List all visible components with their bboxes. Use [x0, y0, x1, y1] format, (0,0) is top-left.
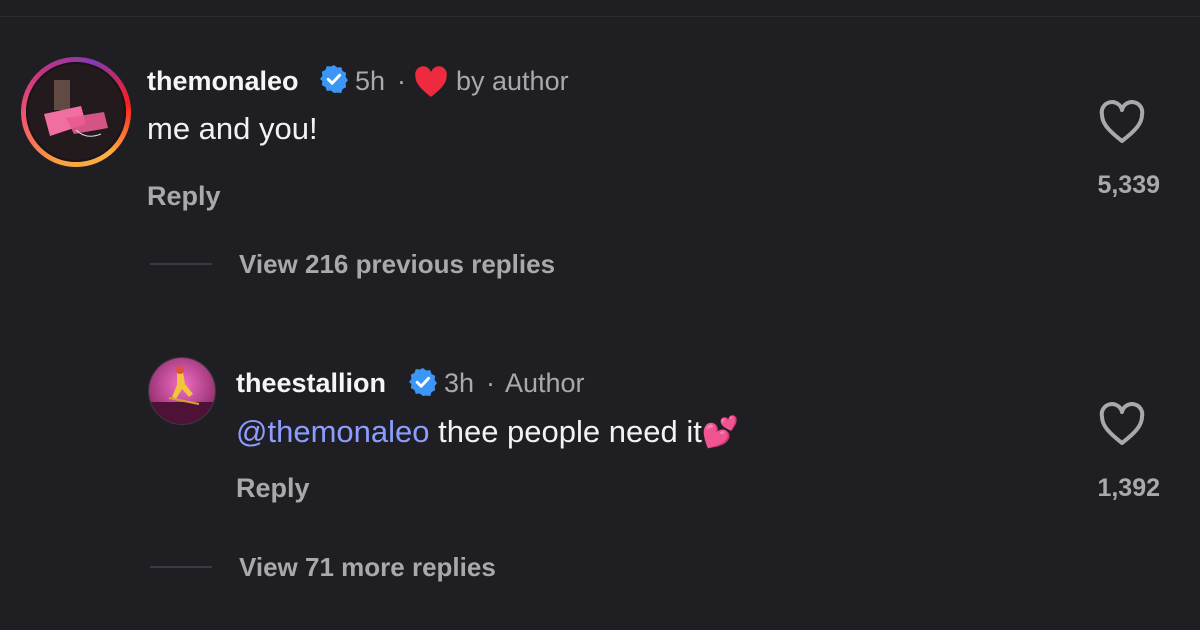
reply-text-line: @themonaleo thee people need it💕	[236, 414, 739, 450]
reply-avatar[interactable]	[148, 357, 216, 425]
avatar-image	[26, 62, 126, 162]
reply-button[interactable]: Reply	[236, 473, 310, 504]
heart-outline-icon[interactable]	[1098, 402, 1146, 446]
two-hearts-emoji: 💕	[701, 416, 740, 449]
view-previous-replies-button[interactable]: View 216 previous replies	[239, 249, 555, 280]
mention-link[interactable]: @themonaleo	[236, 414, 429, 449]
reply-button[interactable]: Reply	[147, 181, 221, 212]
reply-username[interactable]: theestallion	[236, 368, 386, 399]
heart-outline-icon[interactable]	[1098, 100, 1146, 144]
reply-text: thee people need it	[438, 414, 702, 449]
comment-username[interactable]: themonaleo	[147, 66, 299, 97]
like-count: 5,339	[1097, 171, 1160, 199]
comment-timestamp: 5h	[355, 66, 386, 96]
verified-badge-icon	[320, 65, 348, 93]
reply-timestamp: 3h	[444, 368, 475, 398]
thread-line	[150, 263, 212, 265]
story-ring[interactable]	[21, 57, 131, 167]
view-more-replies-button[interactable]: View 71 more replies	[239, 552, 496, 583]
like-count: 1,392	[1097, 474, 1160, 502]
meta-separator: ·	[397, 66, 406, 96]
author-label: Author	[505, 368, 585, 398]
top-divider	[0, 16, 1200, 17]
verified-badge-icon	[409, 368, 437, 396]
thread-line	[150, 566, 212, 568]
filled-heart-icon	[415, 66, 447, 97]
meta-separator: ·	[486, 368, 495, 398]
comment-text: me and you!	[147, 111, 318, 146]
liked-by-author-label: by author	[456, 66, 569, 96]
avatar	[26, 62, 126, 162]
avatar-image	[149, 358, 215, 424]
